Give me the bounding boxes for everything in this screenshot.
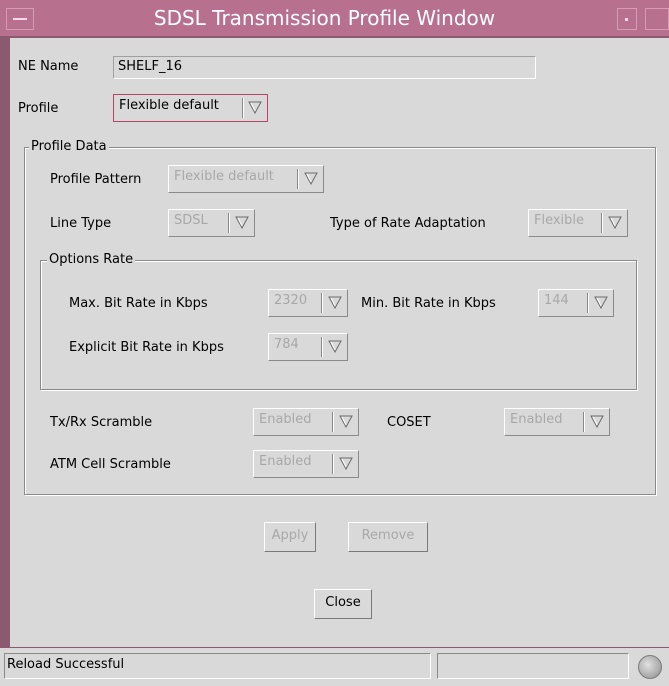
dropdown-arrow-icon xyxy=(235,216,249,229)
coset-label: COSET xyxy=(387,415,431,430)
tx-rx-scramble-dropdown[interactable]: Enabled xyxy=(253,408,359,436)
rate-adaptation-dropdown[interactable]: Flexible xyxy=(528,209,628,237)
options-rate-group xyxy=(40,260,637,390)
coset-value: Enabled xyxy=(510,412,563,427)
explicit-bit-rate-value: 784 xyxy=(274,337,299,352)
profile-pattern-label: Profile Pattern xyxy=(50,172,142,187)
dropdown-arrow-icon xyxy=(248,101,262,114)
status-led-icon xyxy=(638,655,662,679)
apply-button[interactable]: Apply xyxy=(264,522,316,552)
line-type-value: SDSL xyxy=(174,213,208,228)
status-message: Reload Successful xyxy=(4,653,431,679)
status-bar: Reload Successful xyxy=(0,648,669,686)
close-button[interactable]: Close xyxy=(314,589,372,619)
profile-dropdown[interactable]: Flexible default xyxy=(113,94,268,122)
status-secondary xyxy=(437,653,629,679)
ne-name-label: NE Name xyxy=(18,59,79,74)
remove-button[interactable]: Remove xyxy=(348,522,428,552)
max-bit-rate-dropdown[interactable]: 2320 xyxy=(268,289,348,317)
atm-cell-scramble-dropdown[interactable]: Enabled xyxy=(253,450,359,478)
options-rate-title: Options Rate xyxy=(47,252,136,267)
ne-name-field: SHELF_16 xyxy=(113,56,536,79)
dropdown-arrow-icon xyxy=(339,415,353,428)
minimize-icon[interactable] xyxy=(617,8,637,30)
min-bit-rate-label: Min. Bit Rate in Kbps xyxy=(361,296,496,311)
profile-data-title: Profile Data xyxy=(29,139,109,154)
profile-pattern-value: Flexible default xyxy=(174,169,274,184)
max-bit-rate-label: Max. Bit Rate in Kbps xyxy=(69,296,208,311)
dropdown-arrow-icon xyxy=(339,457,353,470)
dropdown-arrow-icon xyxy=(590,415,604,428)
dropdown-arrow-icon xyxy=(594,296,608,309)
rate-adaptation-value: Flexible xyxy=(534,213,585,228)
explicit-bit-rate-dropdown[interactable]: 784 xyxy=(268,333,348,361)
profile-dropdown-value: Flexible default xyxy=(119,98,219,113)
profile-window: SDSL Transmission Profile Window NE Name… xyxy=(0,0,669,686)
profile-label: Profile xyxy=(18,101,59,116)
coset-dropdown[interactable]: Enabled xyxy=(504,408,610,436)
dropdown-arrow-icon xyxy=(328,340,342,353)
dropdown-arrow-icon xyxy=(608,216,622,229)
window-menu-icon[interactable] xyxy=(6,8,34,30)
line-type-label: Line Type xyxy=(50,216,112,231)
rate-adaptation-label: Type of Rate Adaptation xyxy=(330,216,486,231)
explicit-bit-rate-label: Explicit Bit Rate in Kbps xyxy=(69,340,224,355)
min-bit-rate-dropdown[interactable]: 144 xyxy=(538,289,614,317)
title-bar[interactable]: SDSL Transmission Profile Window xyxy=(0,0,669,36)
max-bit-rate-value: 2320 xyxy=(274,293,308,308)
dropdown-arrow-icon xyxy=(328,296,342,309)
maximize-icon[interactable] xyxy=(645,8,669,30)
profile-pattern-dropdown[interactable]: Flexible default xyxy=(168,165,324,193)
tx-rx-scramble-label: Tx/Rx Scramble xyxy=(50,415,153,430)
content-panel: NE Name SHELF_16 Profile Flexible defaul… xyxy=(10,38,669,647)
tx-rx-scramble-value: Enabled xyxy=(259,412,312,427)
window-title: SDSL Transmission Profile Window xyxy=(153,6,496,30)
min-bit-rate-value: 144 xyxy=(544,293,569,308)
line-type-dropdown[interactable]: SDSL xyxy=(168,209,255,237)
atm-cell-scramble-label: ATM Cell Scramble xyxy=(50,457,171,472)
dropdown-arrow-icon xyxy=(304,172,318,185)
atm-cell-scramble-value: Enabled xyxy=(259,454,312,469)
